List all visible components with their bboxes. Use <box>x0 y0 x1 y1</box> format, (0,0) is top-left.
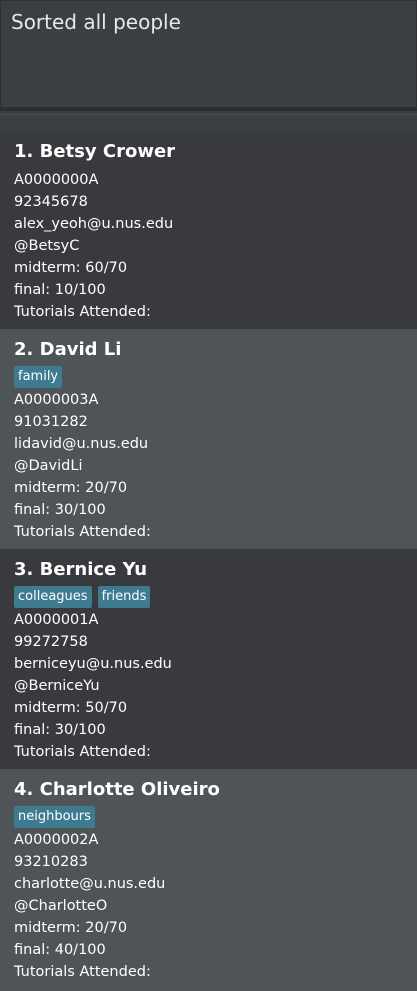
result-message: Sorted all people <box>11 10 181 34</box>
email: lidavid@u.nus.edu <box>14 436 149 452</box>
final-score: final: 10/100 <box>14 282 106 298</box>
telegram-handle: @DavidLi <box>14 458 83 474</box>
person-name: 4. Charlotte Oliveiro <box>14 779 220 800</box>
person-card[interactable]: 4. Charlotte Oliveiro neighbours A000000… <box>0 769 417 991</box>
midterm-score: midterm: 50/70 <box>14 700 128 716</box>
student-id: A0000001A <box>14 612 99 628</box>
tag: family <box>14 366 63 388</box>
app-window: Sorted all people 1. Betsy Crower A00000… <box>0 0 417 991</box>
final-score: final: 30/100 <box>14 722 106 738</box>
phone: 99272758 <box>14 634 88 650</box>
person-name: 2. David Li <box>14 339 122 360</box>
tutorials-attended: Tutorials Attended: <box>14 744 151 760</box>
telegram-handle: @BerniceYu <box>14 678 100 694</box>
final-score: final: 30/100 <box>14 502 106 518</box>
phone: 92345678 <box>14 194 88 210</box>
midterm-score: midterm: 20/70 <box>14 920 128 936</box>
result-display[interactable]: Sorted all people <box>0 0 417 108</box>
telegram-handle: @CharlotteO <box>14 898 108 914</box>
tag: friends <box>97 586 151 608</box>
tutorials-attended: Tutorials Attended: <box>14 524 151 540</box>
tag-list: neighbours <box>14 806 95 828</box>
tag-list: family <box>14 366 63 388</box>
final-score: final: 40/100 <box>14 942 106 958</box>
tutorials-attended: Tutorials Attended: <box>14 304 151 320</box>
email: berniceyu@u.nus.edu <box>14 656 172 672</box>
email: charlotte@u.nus.edu <box>14 876 166 892</box>
student-id: A0000003A <box>14 392 99 408</box>
person-name: 1. Betsy Crower <box>14 141 176 162</box>
person-list[interactable]: 1. Betsy Crower A0000000A 92345678 alex_… <box>0 131 417 991</box>
splitter[interactable] <box>0 108 417 111</box>
tag-list: colleagues friends <box>14 586 151 608</box>
person-name: 3. Bernice Yu <box>14 559 148 580</box>
person-card[interactable]: 3. Bernice Yu colleagues friends A000000… <box>0 549 417 769</box>
student-id: A0000000A <box>14 172 99 188</box>
person-card[interactable]: 2. David Li family A0000003A 91031282 li… <box>0 329 417 549</box>
phone: 91031282 <box>14 414 88 430</box>
email: alex_yeoh@u.nus.edu <box>14 216 174 232</box>
student-id: A0000002A <box>14 832 99 848</box>
telegram-handle: @BetsyC <box>14 238 80 254</box>
tag: neighbours <box>14 806 95 828</box>
midterm-score: midterm: 20/70 <box>14 480 128 496</box>
tutorials-attended: Tutorials Attended: <box>14 964 151 980</box>
person-card[interactable]: 1. Betsy Crower A0000000A 92345678 alex_… <box>0 131 417 329</box>
divider <box>0 114 417 115</box>
tag: colleagues <box>14 586 92 608</box>
midterm-score: midterm: 60/70 <box>14 260 128 276</box>
phone: 93210283 <box>14 854 88 870</box>
